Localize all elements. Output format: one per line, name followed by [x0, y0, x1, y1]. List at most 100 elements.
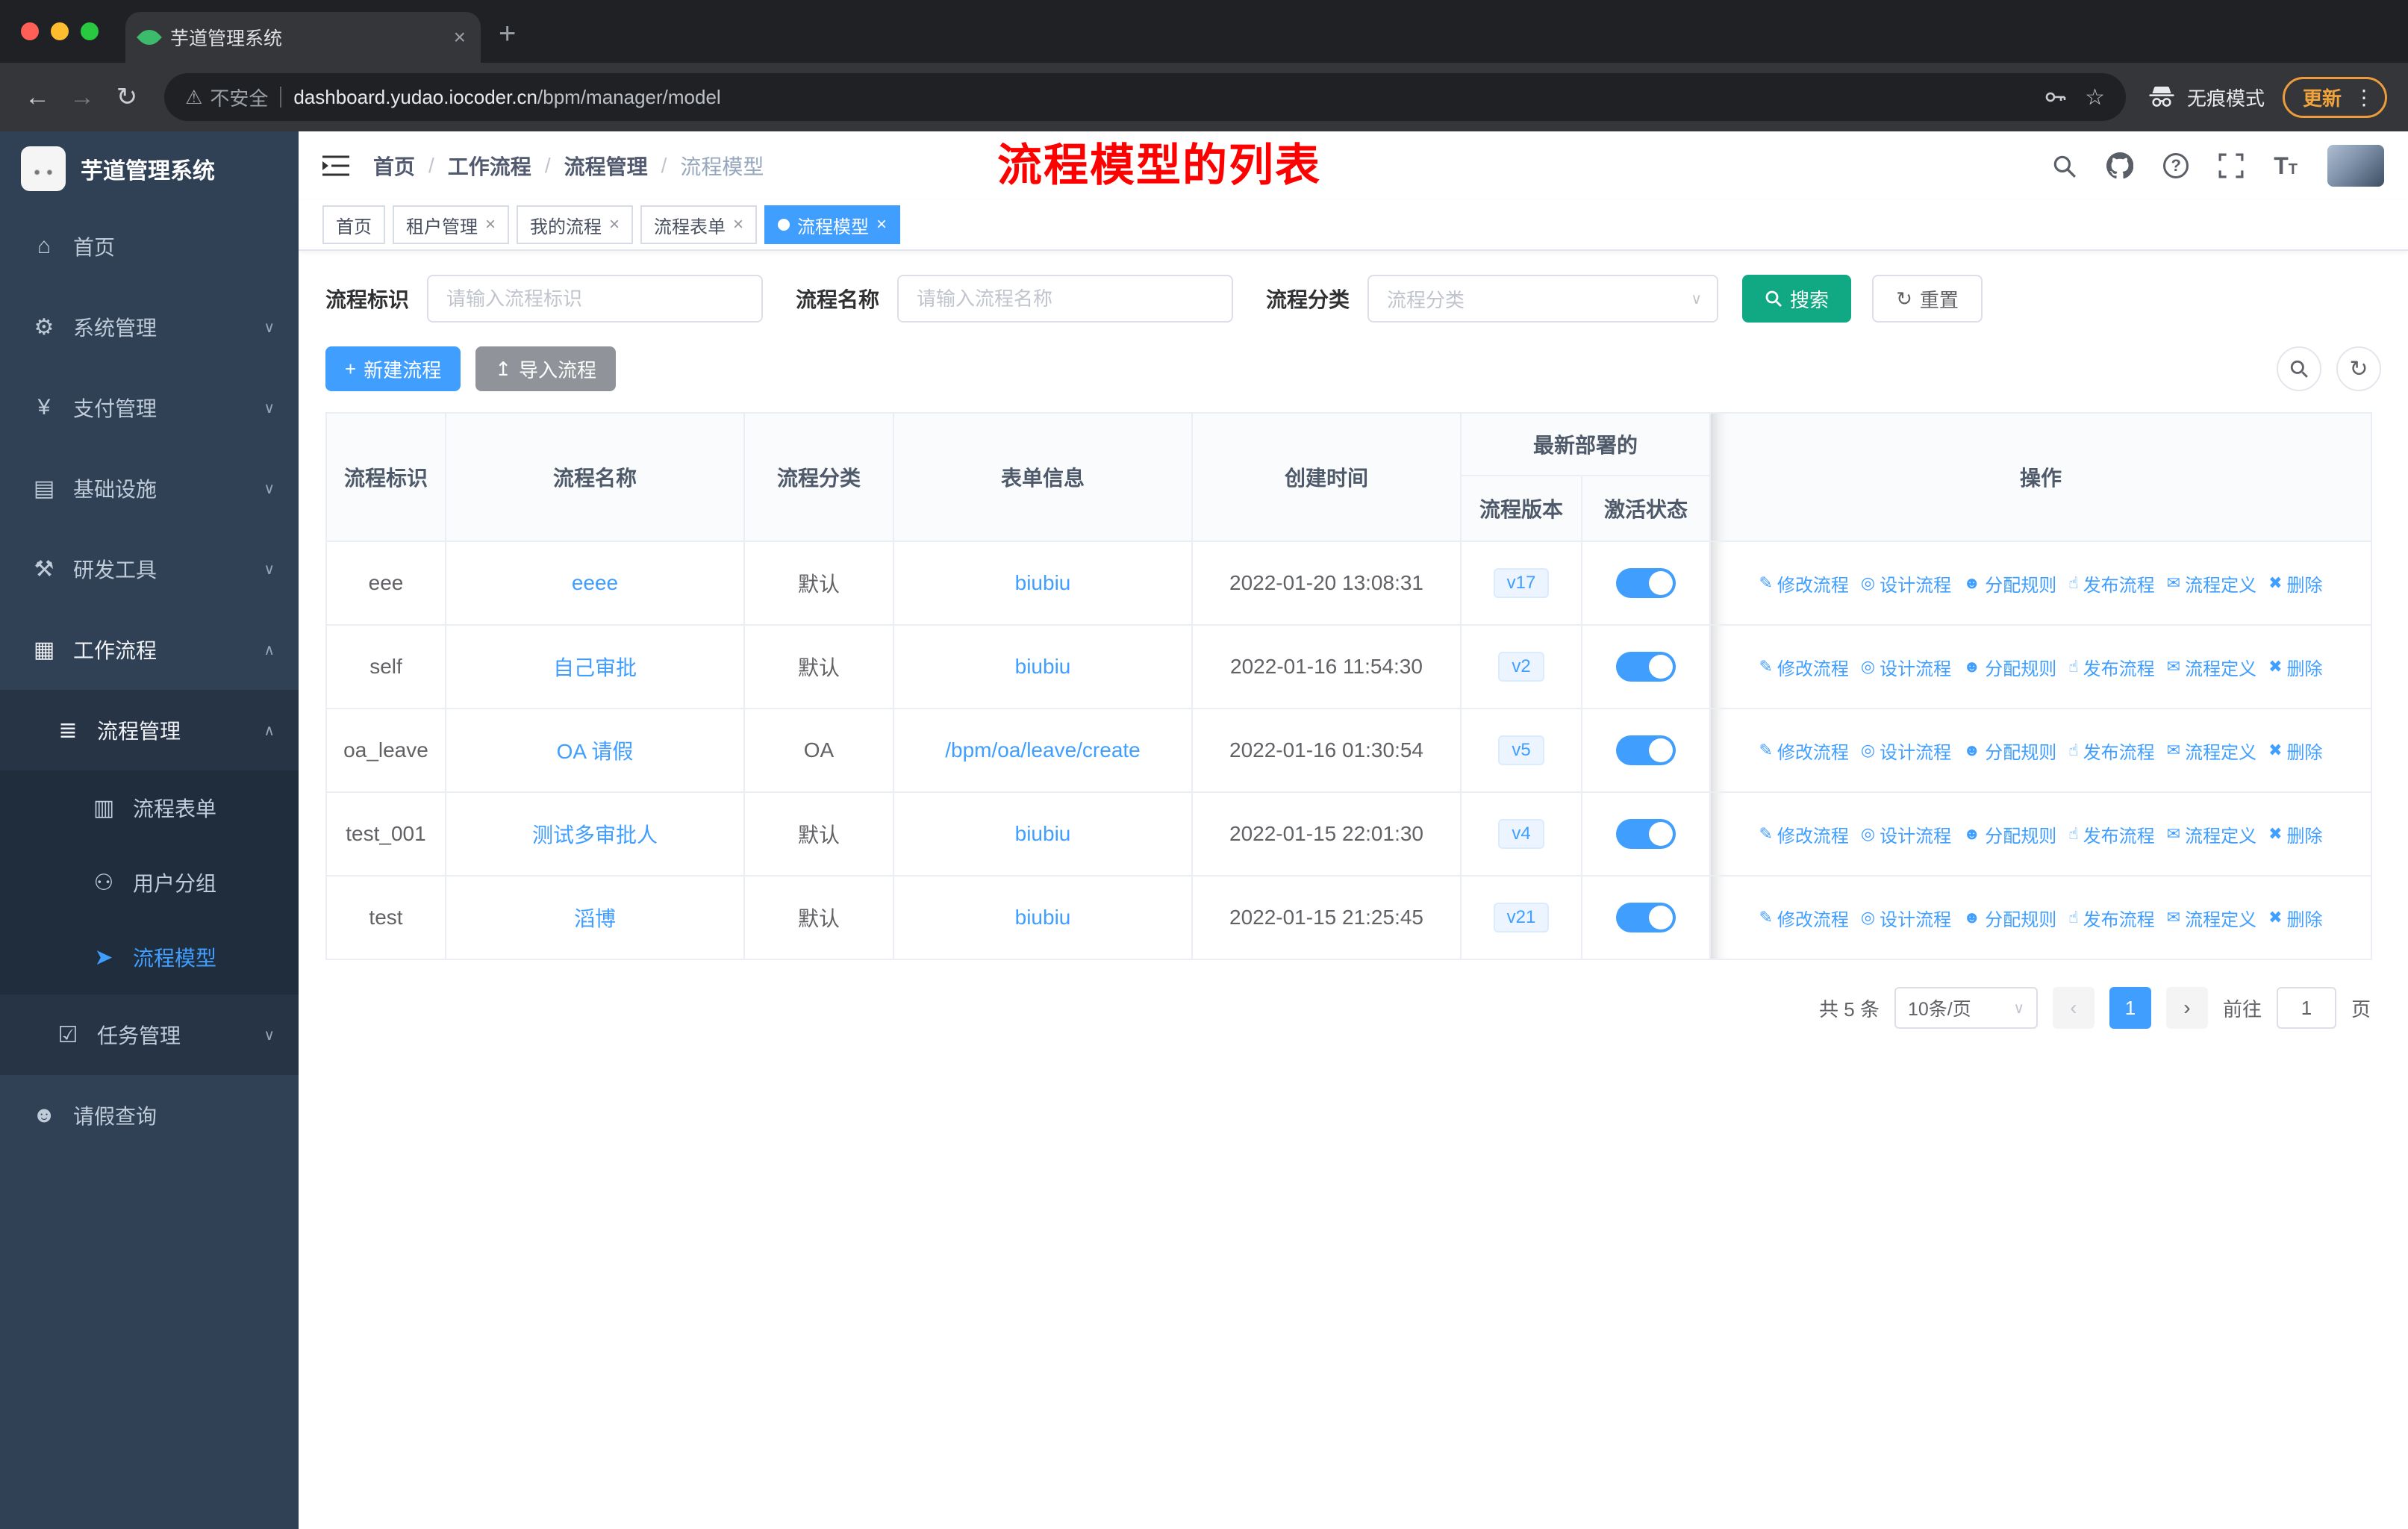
page-1-button[interactable]: 1 — [2109, 987, 2151, 1029]
publish-process-action[interactable]: ☝ 发布流程 — [2068, 654, 2154, 680]
form-info-link[interactable]: /bpm/oa/leave/create — [945, 738, 1141, 762]
font-size-icon[interactable]: TT — [2274, 152, 2298, 180]
assign-rule-action[interactable]: ☻ 分配规则 — [1963, 654, 2056, 680]
tag-process-model[interactable]: 流程模型 × — [764, 205, 901, 244]
sidebar-item-home[interactable]: ⌂ 首页 — [0, 206, 299, 287]
bookmark-star-icon[interactable]: ☆ — [2085, 84, 2105, 110]
sidebar-item-leave-query[interactable]: ☻ 请假查询 — [0, 1075, 299, 1156]
breadcrumb-process-management[interactable]: 流程管理 — [564, 151, 648, 181]
design-process-action[interactable]: ◎ 设计流程 — [1861, 570, 1951, 597]
next-page-button[interactable]: › — [2165, 987, 2208, 1029]
reset-button[interactable]: ↻ 重置 — [1872, 275, 1983, 323]
prev-page-button[interactable]: ‹ — [2052, 987, 2094, 1029]
goto-page-input[interactable] — [2276, 987, 2336, 1029]
menu-fold-icon[interactable] — [322, 155, 349, 176]
assign-rule-action[interactable]: ☻ 分配规则 — [1963, 570, 2056, 597]
fullscreen-icon[interactable] — [2218, 153, 2244, 178]
tag-my-process[interactable]: 我的流程 × — [517, 205, 634, 244]
close-icon[interactable]: × — [609, 214, 620, 235]
delete-action[interactable]: ✖ 删除 — [2268, 821, 2322, 847]
form-info-link[interactable]: biubiu — [1015, 571, 1071, 594]
process-definition-action[interactable]: ✉ 流程定义 — [2167, 905, 2256, 931]
sidebar-item-process-model[interactable]: ➤ 流程模型 — [0, 920, 299, 994]
process-id-input[interactable] — [427, 275, 764, 323]
form-info-link[interactable]: biubiu — [1015, 822, 1071, 845]
browser-menu-icon[interactable]: ⋮ — [2354, 85, 2374, 110]
assign-rule-action[interactable]: ☻ 分配规则 — [1963, 738, 2056, 764]
form-info-link[interactable]: biubiu — [1015, 906, 1071, 929]
process-name-link[interactable]: 自己审批 — [553, 656, 637, 679]
process-definition-action[interactable]: ✉ 流程定义 — [2167, 654, 2256, 680]
process-category-select[interactable]: 流程分类 ∨ — [1367, 275, 1719, 323]
tag-home[interactable]: 首页 — [322, 205, 385, 244]
design-process-action[interactable]: ◎ 设计流程 — [1861, 821, 1951, 847]
password-key-icon[interactable] — [2043, 85, 2067, 109]
sidebar-item-user-group[interactable]: ⚇ 用户分组 — [0, 845, 299, 920]
back-button[interactable]: ← — [15, 83, 60, 112]
tab-close-icon[interactable]: × — [454, 25, 466, 49]
active-toggle[interactable] — [1616, 652, 1676, 682]
tag-process-form[interactable]: 流程表单 × — [640, 205, 758, 244]
modify-process-action[interactable]: ✎ 修改流程 — [1759, 738, 1848, 764]
process-name-link[interactable]: 滔博 — [574, 907, 616, 930]
assign-rule-action[interactable]: ☻ 分配规则 — [1963, 821, 2056, 847]
process-definition-action[interactable]: ✉ 流程定义 — [2167, 570, 2256, 597]
design-process-action[interactable]: ◎ 设计流程 — [1861, 738, 1951, 764]
sidebar-item-infrastructure[interactable]: ▤ 基础设施 ∨ — [0, 448, 299, 529]
process-name-input[interactable] — [897, 275, 1234, 323]
browser-tab[interactable]: 芋道管理系统 × — [125, 12, 481, 63]
tag-tenant-management[interactable]: 租户管理 × — [393, 205, 510, 244]
close-icon[interactable]: × — [876, 214, 887, 235]
update-chip[interactable]: 更新 ⋮ — [2282, 76, 2387, 118]
refresh-table-button[interactable]: ↻ — [2336, 346, 2381, 391]
sidebar-item-process-form[interactable]: ▥ 流程表单 — [0, 770, 299, 845]
window-close-button[interactable] — [21, 22, 39, 40]
delete-action[interactable]: ✖ 删除 — [2268, 654, 2322, 680]
close-icon[interactable]: × — [733, 214, 743, 235]
page-size-select[interactable]: 10条/页 ∨ — [1894, 987, 2038, 1029]
help-icon[interactable]: ? — [2163, 153, 2189, 178]
breadcrumb-home[interactable]: 首页 — [373, 151, 415, 181]
active-toggle[interactable] — [1616, 819, 1676, 849]
sidebar-item-process-management[interactable]: ≣ 流程管理 ∧ — [0, 690, 299, 770]
delete-action[interactable]: ✖ 删除 — [2268, 738, 2322, 764]
sidebar-item-workflow[interactable]: ▦ 工作流程 ∧ — [0, 609, 299, 690]
process-name-link[interactable]: 测试多审批人 — [532, 823, 658, 847]
breadcrumb-workflow[interactable]: 工作流程 — [448, 151, 531, 181]
publish-process-action[interactable]: ☝ 发布流程 — [2068, 738, 2154, 764]
publish-process-action[interactable]: ☝ 发布流程 — [2068, 821, 2154, 847]
delete-action[interactable]: ✖ 删除 — [2268, 570, 2322, 597]
sidebar-item-task-management[interactable]: ☑ 任务管理 ∨ — [0, 994, 299, 1075]
active-toggle[interactable] — [1616, 735, 1676, 765]
sidebar-item-system-management[interactable]: ⚙ 系统管理 ∨ — [0, 287, 299, 367]
process-definition-action[interactable]: ✉ 流程定义 — [2167, 738, 2256, 764]
modify-process-action[interactable]: ✎ 修改流程 — [1759, 654, 1848, 680]
modify-process-action[interactable]: ✎ 修改流程 — [1759, 570, 1848, 597]
design-process-action[interactable]: ◎ 设计流程 — [1861, 905, 1951, 931]
forward-button[interactable]: → — [60, 83, 105, 112]
reload-button[interactable]: ↻ — [105, 82, 149, 112]
delete-action[interactable]: ✖ 删除 — [2268, 905, 2322, 931]
publish-process-action[interactable]: ☝ 发布流程 — [2068, 905, 2154, 931]
new-tab-button[interactable]: + — [499, 17, 516, 51]
sidebar-item-payment-management[interactable]: ¥ 支付管理 ∨ — [0, 367, 299, 448]
process-name-link[interactable]: eeee — [572, 571, 618, 594]
active-toggle[interactable] — [1616, 568, 1676, 598]
close-icon[interactable]: × — [485, 214, 496, 235]
window-minimize-button[interactable] — [51, 22, 69, 40]
search-button[interactable]: 搜索 — [1742, 275, 1852, 323]
design-process-action[interactable]: ◎ 设计流程 — [1861, 654, 1951, 680]
create-process-button[interactable]: + 新建流程 — [325, 346, 461, 391]
window-zoom-button[interactable] — [81, 22, 99, 40]
toggle-search-button[interactable] — [2277, 346, 2321, 391]
import-process-button[interactable]: ↥ 导入流程 — [475, 346, 617, 391]
active-toggle[interactable] — [1616, 903, 1676, 932]
github-icon[interactable] — [2106, 152, 2134, 179]
process-name-link[interactable]: OA 请假 — [557, 740, 634, 763]
publish-process-action[interactable]: ☝ 发布流程 — [2068, 570, 2154, 597]
form-info-link[interactable]: biubiu — [1015, 655, 1071, 678]
sidebar-item-dev-tools[interactable]: ⚒ 研发工具 ∨ — [0, 529, 299, 609]
address-bar[interactable]: ⚠ 不安全 dashboard.yudao.iocoder.cn /bpm/ma… — [164, 73, 2126, 121]
modify-process-action[interactable]: ✎ 修改流程 — [1759, 821, 1848, 847]
search-icon[interactable] — [2051, 153, 2077, 178]
